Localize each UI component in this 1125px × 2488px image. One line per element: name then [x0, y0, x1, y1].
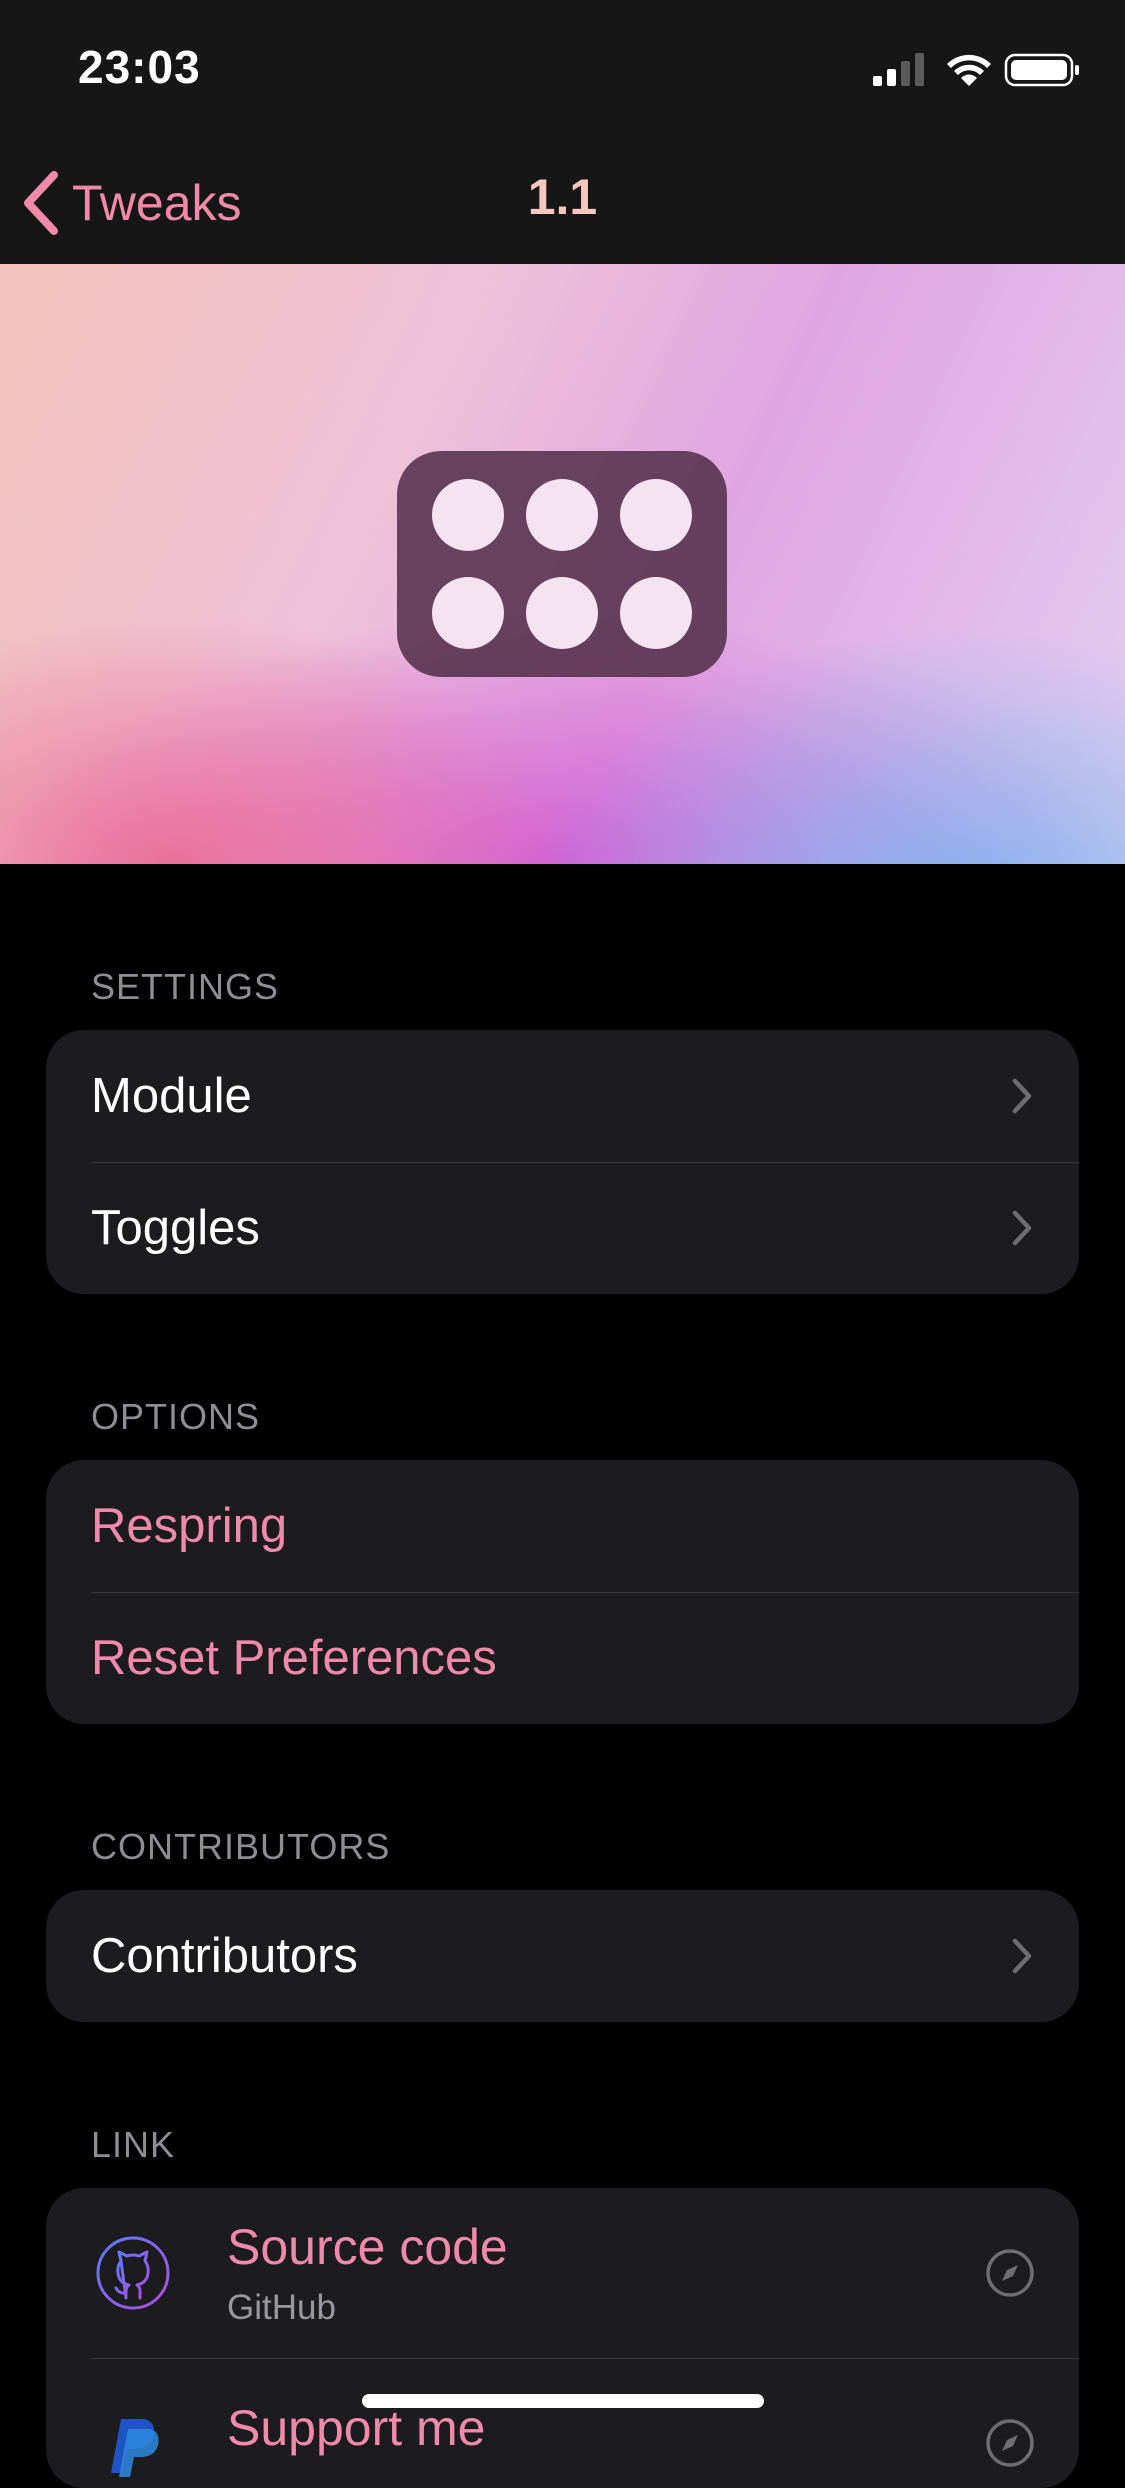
page-title: 1.1 — [527, 169, 598, 225]
status-icons — [873, 50, 1083, 90]
contributors-group: Contributors — [46, 1890, 1079, 2022]
chevron-right-icon — [1012, 1210, 1032, 1246]
home-indicator[interactable] — [362, 2394, 764, 2408]
icon-dot — [432, 577, 504, 649]
section-header-options: OPTIONS — [91, 1396, 261, 1437]
row-label: Toggles — [91, 1201, 260, 1255]
compass-icon — [986, 2419, 1034, 2467]
navigation-bar: Tweaks 1.1 — [0, 140, 1125, 264]
app-icon — [397, 451, 727, 677]
icon-dot — [526, 577, 598, 649]
status-bar: 23:03 — [0, 0, 1125, 140]
chevron-right-icon — [1012, 1938, 1032, 1974]
link-title: Source code — [227, 2219, 508, 2275]
row-label: Contributors — [91, 1929, 358, 1983]
wifi-icon — [947, 54, 991, 86]
link-row-source-code[interactable]: Source code GitHub — [46, 2188, 1079, 2358]
github-icon — [93, 2233, 173, 2313]
link-group: Source code GitHub Support me — [46, 2188, 1079, 2488]
options-group: Respring Reset Preferences — [46, 1460, 1079, 1724]
icon-dot — [526, 479, 598, 551]
cellular-signal-icon — [873, 53, 924, 86]
reset-preferences-button[interactable]: Reset Preferences — [46, 1592, 1079, 1724]
paypal-icon — [93, 2403, 173, 2483]
row-label: Respring — [91, 1499, 288, 1553]
settings-row-toggles[interactable]: Toggles — [46, 1162, 1079, 1294]
chevron-right-icon — [1012, 1078, 1032, 1114]
settings-row-module[interactable]: Module — [46, 1030, 1079, 1162]
section-header-contributors: CONTRIBUTORS — [91, 1826, 391, 1867]
row-label: Reset Preferences — [91, 1631, 497, 1685]
status-indicators — [873, 53, 1079, 87]
battery-icon — [1004, 53, 1079, 87]
section-header-link: LINK — [91, 2124, 176, 2165]
contributors-row[interactable]: Contributors — [46, 1890, 1079, 2022]
settings-group: Module Toggles — [46, 1030, 1079, 1294]
link-subtitle: GitHub — [227, 2288, 336, 2327]
status-time: 23:03 — [78, 41, 201, 93]
section-header-settings: SETTINGS — [91, 966, 280, 1007]
icon-dot — [432, 479, 504, 551]
icon-dot — [620, 577, 692, 649]
icon-dot — [620, 479, 692, 551]
header-banner — [0, 264, 1125, 864]
row-label: Module — [91, 1069, 252, 1123]
link-row-support-me[interactable]: Support me — [46, 2358, 1079, 2488]
respring-button[interactable]: Respring — [46, 1460, 1079, 1592]
compass-icon — [986, 2249, 1034, 2297]
